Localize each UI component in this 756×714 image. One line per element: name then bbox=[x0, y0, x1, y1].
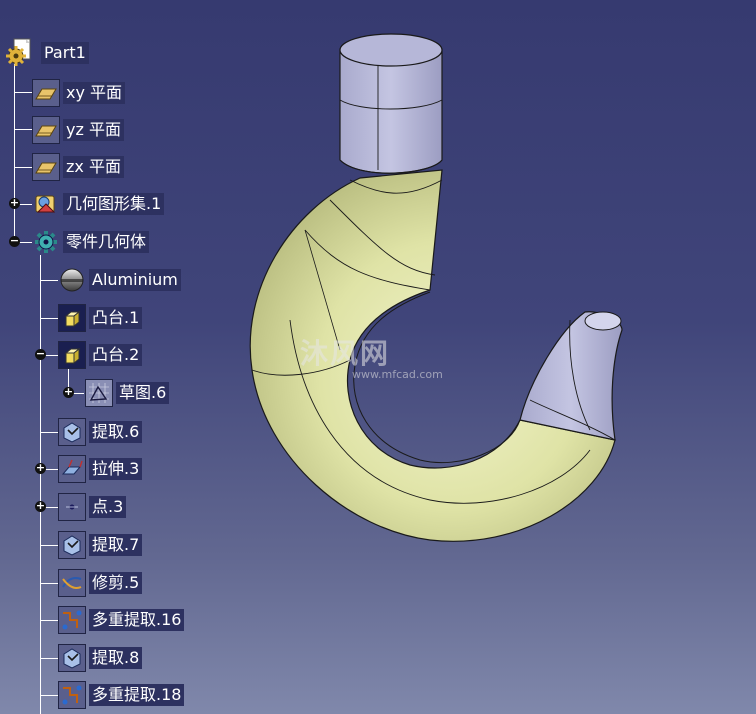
watermark: 沐风网 www.mfcad.com bbox=[300, 332, 443, 381]
tree-item-label: 凸台.2 bbox=[89, 344, 143, 366]
plane-icon bbox=[32, 116, 60, 144]
tree-item-label: 提取.6 bbox=[89, 421, 143, 443]
tree-item-label: 凸台.1 bbox=[89, 307, 143, 329]
3d-hook-model[interactable] bbox=[230, 20, 650, 590]
collapse-toggle[interactable]: − bbox=[35, 348, 46, 360]
hook-tip bbox=[519, 311, 623, 441]
tree-item-yz-plane[interactable]: yz 平面 bbox=[32, 116, 124, 144]
tree-item-pad-2[interactable]: 凸台.2 bbox=[58, 341, 143, 369]
tree-branch-line bbox=[40, 620, 58, 621]
extract-icon bbox=[58, 418, 86, 446]
tree-item-part-body[interactable]: 零件几何体 bbox=[32, 228, 150, 256]
multi-extract-icon bbox=[58, 606, 86, 634]
tree-branch-line bbox=[40, 658, 58, 659]
plane-icon bbox=[32, 153, 60, 181]
tree-item-label: 点.3 bbox=[89, 496, 127, 518]
expand-toggle[interactable]: + bbox=[35, 500, 46, 512]
tree-item-xy-plane[interactable]: xy 平面 bbox=[32, 79, 126, 107]
tree-item-label: 拉伸.3 bbox=[89, 458, 143, 480]
tree-item-label: 多重提取.16 bbox=[89, 609, 185, 631]
tree-item-label: zx 平面 bbox=[63, 156, 124, 178]
plane-icon bbox=[32, 79, 60, 107]
tree-item-label: 草图.6 bbox=[116, 382, 170, 404]
tree-item-point-3[interactable]: 点.3 bbox=[58, 493, 127, 521]
tree-item-pad-1[interactable]: 凸台.1 bbox=[58, 304, 143, 332]
tree-branch-line bbox=[14, 92, 32, 93]
multi-extract-icon bbox=[58, 681, 86, 709]
tree-root-label: Part1 bbox=[41, 42, 89, 64]
material-icon bbox=[58, 266, 86, 294]
geometric-set-icon bbox=[32, 190, 60, 218]
tree-item-label: 几何图形集.1 bbox=[63, 193, 165, 215]
tree-item-extract-7[interactable]: 提取.7 bbox=[58, 531, 143, 559]
pad-icon bbox=[58, 304, 86, 332]
tree-branch-line bbox=[14, 167, 32, 168]
tree-trunk-line bbox=[14, 64, 15, 238]
sketch-icon bbox=[85, 379, 113, 407]
tree-branch-line bbox=[40, 695, 58, 696]
point-icon bbox=[58, 493, 86, 521]
hook-shank bbox=[339, 49, 443, 174]
tree-item-label: 提取.8 bbox=[89, 647, 143, 669]
tree-branch-line bbox=[40, 583, 58, 584]
tree-item-extract-6[interactable]: 提取.6 bbox=[58, 418, 143, 446]
tree-branch-line bbox=[40, 280, 58, 281]
tree-item-label: 提取.7 bbox=[89, 534, 143, 556]
tree-branch-line bbox=[40, 318, 58, 319]
tree-item-label: 修剪.5 bbox=[89, 572, 143, 594]
tree-item-geometric-set[interactable]: 几何图形集.1 bbox=[32, 190, 165, 218]
collapse-toggle[interactable]: − bbox=[9, 235, 20, 247]
tree-item-zx-plane[interactable]: zx 平面 bbox=[32, 153, 124, 181]
expand-toggle[interactable]: + bbox=[63, 386, 74, 398]
tree-item-extrude-3[interactable]: 拉伸.3 bbox=[58, 455, 143, 483]
tree-item-material[interactable]: Aluminium bbox=[58, 267, 181, 293]
part-body-icon bbox=[32, 228, 60, 256]
watermark-url: www.mfcad.com bbox=[352, 368, 443, 381]
pad-icon bbox=[58, 341, 86, 369]
tree-item-label: 多重提取.18 bbox=[89, 684, 185, 706]
body-trunk-line bbox=[40, 255, 41, 714]
tree-item-trim-5[interactable]: 修剪.5 bbox=[58, 569, 143, 597]
tree-item-label: xy 平面 bbox=[63, 82, 126, 104]
trim-icon bbox=[58, 569, 86, 597]
tree-item-label: Aluminium bbox=[89, 269, 181, 291]
part-gear-icon bbox=[4, 38, 38, 68]
watermark-title: 沐风网 bbox=[300, 337, 391, 370]
extract-icon bbox=[58, 644, 86, 672]
expand-toggle[interactable]: + bbox=[9, 197, 20, 209]
expand-toggle[interactable]: + bbox=[35, 462, 46, 474]
tree-root-part[interactable]: Part1 bbox=[4, 38, 89, 68]
tree-item-sketch-6[interactable]: 草图.6 bbox=[85, 379, 170, 407]
tree-item-multi-extract-18[interactable]: 多重提取.18 bbox=[58, 681, 185, 709]
tree-branch-line bbox=[40, 432, 58, 433]
tree-branch-line bbox=[14, 129, 32, 130]
tree-branch-line bbox=[40, 545, 58, 546]
extrude-icon bbox=[58, 455, 86, 483]
tree-item-label: 零件几何体 bbox=[63, 231, 150, 253]
tree-item-multi-extract-16[interactable]: 多重提取.16 bbox=[58, 606, 185, 634]
extract-icon bbox=[58, 531, 86, 559]
tree-item-extract-8[interactable]: 提取.8 bbox=[58, 644, 143, 672]
tree-item-label: yz 平面 bbox=[63, 119, 124, 141]
